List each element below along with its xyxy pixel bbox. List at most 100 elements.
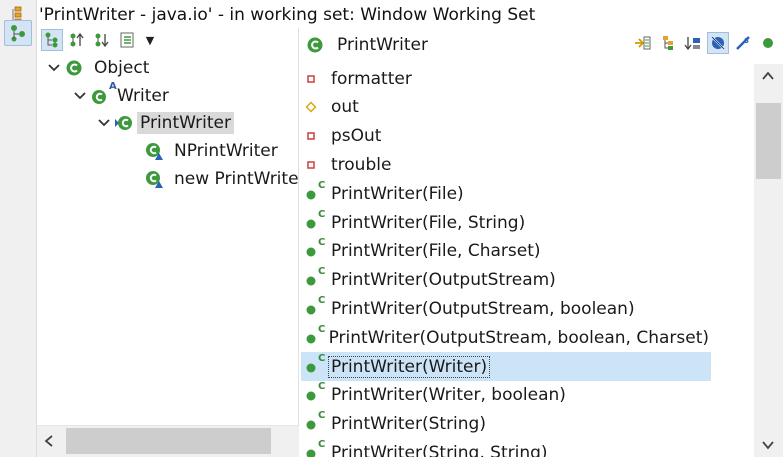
- constructor-icon: C: [301, 294, 329, 320]
- tree-node-anonymous-printwriter[interactable]: new PrintWriter() {...}: [143, 166, 299, 192]
- tree-node-label: NPrintWriter: [174, 141, 278, 161]
- scroll-left-icon[interactable]: [41, 433, 57, 449]
- member-row[interactable]: C PrintWriter(OutputStream, boolean): [301, 294, 711, 323]
- focused-class-icon: [113, 112, 135, 134]
- sort-by-defining-type-icon[interactable]: [657, 32, 679, 54]
- view-title: 'PrintWriter - java.io' - in working set…: [37, 0, 783, 28]
- constructor-marker: C: [318, 179, 326, 191]
- constructor-icon: C: [301, 237, 329, 262]
- constructor-marker: C: [318, 410, 326, 422]
- constructor-marker: C: [318, 352, 326, 364]
- vertical-scroll-thumb[interactable]: [756, 103, 781, 179]
- constructor-icon: C: [301, 179, 329, 205]
- tree-node-object[interactable]: Object: [45, 55, 152, 81]
- show-type-hierarchy-icon[interactable]: [41, 29, 63, 51]
- constructor-icon: C: [301, 381, 329, 406]
- field-icon: [301, 154, 329, 176]
- protected-field-icon: [301, 96, 329, 118]
- constructor-icon: C: [301, 439, 329, 457]
- type-hierarchy-tree: Object A Writer PrintWriter NPrintWriter…: [37, 53, 299, 425]
- hierarchy-toolbar: ▼: [37, 28, 299, 52]
- sort-members-icon[interactable]: [682, 32, 704, 54]
- hierarchy-mode-rail: [0, 0, 37, 457]
- member-row[interactable]: C PrintWriter(String): [301, 410, 711, 439]
- history-list-icon[interactable]: [116, 29, 138, 51]
- constructor-marker: C: [318, 294, 326, 306]
- member-row[interactable]: psOut: [301, 122, 711, 151]
- member-row[interactable]: C PrintWriter(File): [301, 179, 711, 208]
- constructor-icon: C: [301, 410, 329, 435]
- constructor-marker: C: [318, 208, 326, 220]
- show-inherited-members-icon[interactable]: [632, 32, 654, 54]
- member-row[interactable]: out: [301, 93, 711, 122]
- abstract-class-icon: A: [89, 81, 117, 107]
- tree-node-label: new PrintWriter() {...}: [174, 169, 299, 189]
- member-row[interactable]: C PrintWriter(OutputStream, boolean, Char…: [301, 323, 711, 352]
- hide-non-public-members-icon[interactable]: [757, 32, 779, 54]
- constructor-icon: C: [301, 208, 329, 234]
- constructor-icon: C: [301, 266, 329, 291]
- chevron-down-icon[interactable]: [95, 114, 113, 132]
- supertype-hierarchy-icon[interactable]: [4, 20, 32, 46]
- member-label: PrintWriter(File): [331, 183, 464, 204]
- class-icon: [303, 33, 327, 57]
- scroll-up-icon[interactable]: [760, 68, 776, 84]
- tree-node-label: Object: [94, 58, 150, 78]
- constructor-icon: C: [301, 352, 329, 378]
- show-supertype-hierarchy-icon[interactable]: [66, 29, 88, 51]
- member-row[interactable]: C PrintWriter(File, String): [301, 208, 711, 237]
- member-label: PrintWriter(OutputStream, boolean, Chars…: [328, 327, 709, 348]
- scroll-down-icon[interactable]: [760, 437, 776, 453]
- member-label: psOut: [331, 126, 382, 147]
- abstract-marker: A: [109, 81, 117, 92]
- member-label: PrintWriter(Writer): [327, 355, 491, 378]
- constructor-marker: C: [318, 266, 326, 278]
- tree-node-printwriter[interactable]: PrintWriter: [95, 110, 234, 136]
- constructor-marker: C: [318, 381, 326, 393]
- horizontal-scrollbar[interactable]: [37, 425, 299, 457]
- hide-fields-icon[interactable]: [707, 32, 729, 54]
- member-row[interactable]: C PrintWriter(File, Charset): [301, 237, 711, 266]
- tree-node-label: Writer: [117, 86, 169, 106]
- view-menu-chevron-icon[interactable]: ▼: [141, 29, 159, 51]
- member-label: PrintWriter(File, Charset): [331, 241, 541, 262]
- member-label: out: [331, 97, 359, 118]
- tree-node-writer[interactable]: A Writer: [71, 81, 172, 109]
- chevron-down-icon[interactable]: [71, 87, 89, 105]
- member-label: PrintWriter(OutputStream, boolean): [331, 298, 635, 319]
- member-label: formatter: [331, 68, 412, 89]
- tree-node-nprintwriter[interactable]: NPrintWriter: [143, 138, 281, 164]
- members-title: PrintWriter: [337, 35, 428, 55]
- member-label: PrintWriter(OutputStream): [331, 270, 556, 291]
- members-list: formatter out psOut trouble C PrintWriter(Fil…: [299, 64, 754, 457]
- anonymous-class-icon: [143, 168, 165, 190]
- member-label: trouble: [331, 154, 392, 175]
- tree-node-label: PrintWriter: [137, 112, 234, 134]
- hierarchy-tree-pane: ▼ Object A Writer PrintWriter NPrintWrit…: [37, 28, 299, 457]
- member-row[interactable]: trouble: [301, 150, 711, 179]
- member-row[interactable]: C PrintWriter(String, String): [301, 438, 711, 457]
- members-pane: PrintWriter S formatter out psOut trouble C P…: [299, 28, 783, 457]
- member-row[interactable]: C PrintWriter(Writer, boolean): [301, 381, 711, 410]
- member-row[interactable]: C PrintWriter(OutputStream): [301, 266, 711, 295]
- vertical-scrollbar[interactable]: [754, 64, 783, 457]
- chevron-down-icon[interactable]: [45, 59, 63, 77]
- member-row[interactable]: C PrintWriter(Writer): [301, 352, 711, 381]
- member-row[interactable]: formatter: [301, 64, 711, 93]
- subclass-icon: [143, 140, 165, 162]
- svg-text:S: S: [744, 37, 749, 45]
- members-toolbar: S: [632, 32, 779, 54]
- show-subtype-hierarchy-icon[interactable]: [91, 29, 113, 51]
- member-label: PrintWriter(File, String): [331, 212, 526, 233]
- constructor-marker: C: [318, 323, 326, 335]
- member-label: PrintWriter(String, String): [331, 442, 548, 457]
- member-label: PrintWriter(Writer, boolean): [331, 385, 566, 406]
- hide-static-members-icon[interactable]: S: [732, 32, 754, 54]
- member-label: PrintWriter(String): [331, 414, 486, 435]
- class-icon: [63, 57, 85, 79]
- field-icon: [301, 125, 329, 147]
- constructor-marker: C: [318, 237, 326, 249]
- field-icon: [301, 68, 329, 90]
- constructor-icon: C: [301, 323, 327, 349]
- horizontal-scroll-thumb[interactable]: [66, 428, 271, 454]
